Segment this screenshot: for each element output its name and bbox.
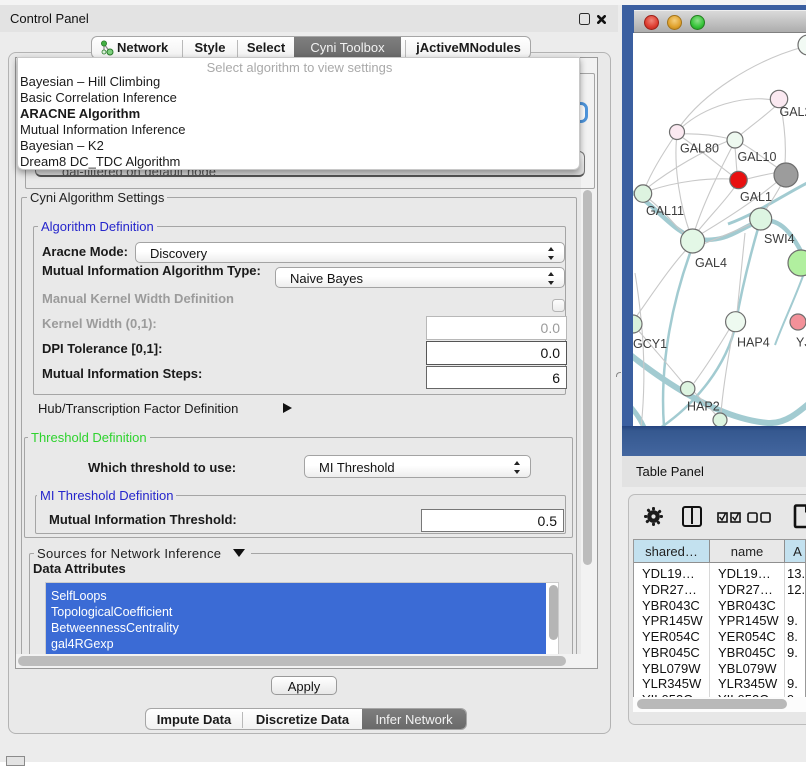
svg-text:HAP4: HAP4 bbox=[737, 336, 770, 350]
svg-text:GCY1: GCY1 bbox=[633, 337, 667, 351]
svg-text:GAL2: GAL2 bbox=[780, 105, 806, 119]
svg-text:GAL1: GAL1 bbox=[740, 190, 772, 204]
svg-text:GAL80: GAL80 bbox=[680, 142, 719, 156]
svg-text:GAL4: GAL4 bbox=[695, 256, 727, 270]
svg-text:GAL11: GAL11 bbox=[646, 204, 684, 218]
svg-text:YJ: YJ bbox=[796, 336, 806, 350]
svg-text:GAL10: GAL10 bbox=[738, 150, 777, 164]
svg-text:HAP2: HAP2 bbox=[687, 400, 720, 414]
svg-text:SWI4: SWI4 bbox=[764, 232, 795, 246]
